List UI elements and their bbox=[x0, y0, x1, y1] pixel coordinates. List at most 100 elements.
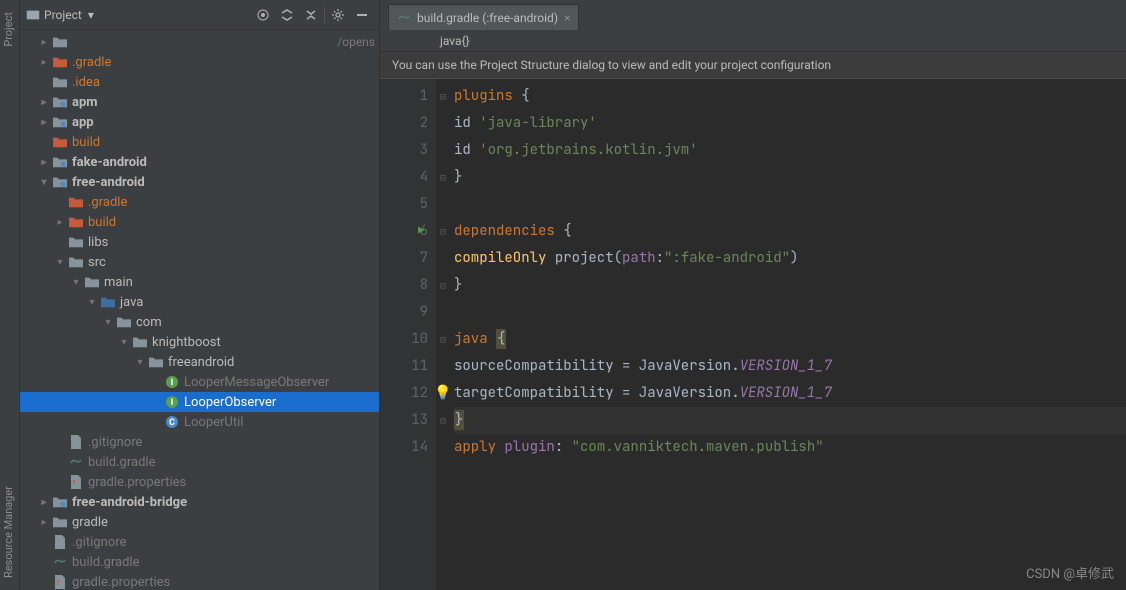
tree-item[interactable]: CLooperUtil bbox=[20, 412, 379, 432]
tree-item[interactable]: .gitignore bbox=[20, 432, 379, 452]
tree-item[interactable]: .idea bbox=[20, 72, 379, 92]
hide-icon[interactable] bbox=[351, 4, 373, 26]
tree-item[interactable]: build.gradle bbox=[20, 552, 379, 572]
code-line[interactable]: java { bbox=[454, 326, 1126, 353]
chevron-icon[interactable]: ▾ bbox=[100, 317, 116, 328]
chevron-icon[interactable]: ▸ bbox=[36, 37, 52, 48]
tree-item[interactable]: gradle.properties bbox=[20, 472, 379, 492]
code-line[interactable]: dependencies { bbox=[454, 218, 1126, 245]
code-line[interactable] bbox=[454, 299, 1126, 326]
rail-resource-manager[interactable]: Resource Manager bbox=[0, 482, 19, 582]
chevron-icon[interactable]: ▾ bbox=[52, 257, 68, 268]
chevron-icon[interactable]: ▸ bbox=[36, 497, 52, 508]
fold-mark[interactable] bbox=[436, 245, 450, 272]
tree-item[interactable]: build bbox=[20, 132, 379, 152]
project-tree[interactable]: ▸/opens▸.gradle.idea▸apm▸appbuild▸fake-a… bbox=[20, 30, 379, 590]
code-line[interactable]: } bbox=[454, 164, 1126, 191]
code-line[interactable]: } bbox=[454, 272, 1126, 299]
tree-item[interactable]: gradle.properties bbox=[20, 572, 379, 590]
chevron-icon[interactable]: ▸ bbox=[36, 117, 52, 128]
fold-mark[interactable]: ⊟ bbox=[436, 407, 450, 434]
tree-item[interactable]: .gradle bbox=[20, 192, 379, 212]
code-line[interactable]: id 'java-library' bbox=[454, 110, 1126, 137]
code-line[interactable]: 💡 targetCompatibility = JavaVersion.VERS… bbox=[454, 380, 1126, 407]
tree-item[interactable]: ▾knightboost bbox=[20, 332, 379, 352]
chevron-icon[interactable]: ▾ bbox=[36, 177, 52, 188]
chevron-icon[interactable]: ▸ bbox=[36, 97, 52, 108]
fold-mark[interactable] bbox=[436, 191, 450, 218]
fold-mark[interactable]: ⊟ bbox=[436, 326, 450, 353]
chevron-icon[interactable]: ▾ bbox=[132, 357, 148, 368]
gear-icon[interactable] bbox=[327, 4, 349, 26]
chevron-icon[interactable]: ▸ bbox=[36, 157, 52, 168]
fold-mark[interactable]: ⊟ bbox=[436, 83, 450, 110]
breadcrumb[interactable]: java{} bbox=[380, 30, 1126, 52]
expand-icon[interactable] bbox=[276, 4, 298, 26]
tree-item[interactable]: ▸fake-android bbox=[20, 152, 379, 172]
chevron-icon[interactable]: ▾ bbox=[68, 277, 84, 288]
tree-item[interactable]: ▸free-android-bridge bbox=[20, 492, 379, 512]
code-line[interactable] bbox=[454, 191, 1126, 218]
code-line[interactable]: } bbox=[454, 407, 1126, 434]
line-number[interactable]: 2 bbox=[384, 110, 428, 137]
chevron-icon[interactable]: ▾ bbox=[84, 297, 100, 308]
tree-item[interactable]: ▸gradle bbox=[20, 512, 379, 532]
tree-item[interactable]: ▸app bbox=[20, 112, 379, 132]
line-number[interactable]: 6 bbox=[384, 218, 428, 245]
line-number[interactable]: 12 bbox=[384, 380, 428, 407]
line-number[interactable]: 8 bbox=[384, 272, 428, 299]
line-number[interactable]: 13 bbox=[384, 407, 428, 434]
code-content[interactable]: plugins { id 'java-library' id 'org.jetb… bbox=[450, 79, 1126, 590]
tree-item[interactable]: ▸/opens bbox=[20, 32, 379, 52]
tree-item[interactable]: ILooperMessageObserver bbox=[20, 372, 379, 392]
tree-item[interactable]: ▸apm bbox=[20, 92, 379, 112]
tree-item[interactable]: ▸.gradle bbox=[20, 52, 379, 72]
fold-column[interactable]: ⊟⊟⊟⊟⊟⊟ bbox=[436, 79, 450, 590]
tree-item[interactable]: .gitignore bbox=[20, 532, 379, 552]
code-line[interactable]: compileOnly project(path:":fake-android"… bbox=[454, 245, 1126, 272]
chevron-icon[interactable]: ▸ bbox=[36, 57, 52, 68]
tree-item[interactable]: libs bbox=[20, 232, 379, 252]
line-number[interactable]: 7 bbox=[384, 245, 428, 272]
tab-build-gradle[interactable]: build.gradle (:free-android) × bbox=[388, 4, 579, 30]
lightbulb-icon[interactable]: 💡 bbox=[434, 380, 451, 407]
project-structure-banner[interactable]: You can use the Project Structure dialog… bbox=[380, 52, 1126, 79]
tree-item[interactable]: ▾src bbox=[20, 252, 379, 272]
line-number[interactable]: 1 bbox=[384, 83, 428, 110]
tree-item[interactable]: ▾com bbox=[20, 312, 379, 332]
line-number[interactable]: 4 bbox=[384, 164, 428, 191]
code-line[interactable]: apply plugin: "com.vanniktech.maven.publ… bbox=[454, 434, 1126, 461]
tree-item[interactable]: ▸build bbox=[20, 212, 379, 232]
line-number[interactable]: 5 bbox=[384, 191, 428, 218]
chevron-icon[interactable]: ▾ bbox=[116, 337, 132, 348]
tree-item[interactable]: ▾java bbox=[20, 292, 379, 312]
chevron-icon[interactable]: ▸ bbox=[36, 517, 52, 528]
close-icon[interactable]: × bbox=[564, 11, 570, 25]
tree-item[interactable]: ▾main bbox=[20, 272, 379, 292]
tree-item[interactable]: build.gradle bbox=[20, 452, 379, 472]
target-icon[interactable] bbox=[252, 4, 274, 26]
line-number[interactable]: 10 bbox=[384, 326, 428, 353]
line-number[interactable]: 3 bbox=[384, 137, 428, 164]
code-line[interactable]: plugins { bbox=[454, 83, 1126, 110]
tree-item[interactable]: ILooperObserver bbox=[20, 392, 379, 412]
code-line[interactable]: id 'org.jetbrains.kotlin.jvm' bbox=[454, 137, 1126, 164]
fold-mark[interactable] bbox=[436, 434, 450, 461]
code-line[interactable]: sourceCompatibility = JavaVersion.VERSIO… bbox=[454, 353, 1126, 380]
fold-mark[interactable] bbox=[436, 353, 450, 380]
fold-mark[interactable] bbox=[436, 299, 450, 326]
collapse-icon[interactable] bbox=[300, 4, 322, 26]
tree-item[interactable]: ▾free-android bbox=[20, 172, 379, 192]
project-view-selector[interactable]: Project ▾ bbox=[26, 8, 248, 22]
tree-item[interactable]: ▾freeandroid bbox=[20, 352, 379, 372]
rail-project[interactable]: Project bbox=[0, 8, 19, 51]
fold-mark[interactable] bbox=[436, 137, 450, 164]
line-number[interactable]: 11 bbox=[384, 353, 428, 380]
code-editor[interactable]: 1234567891011121314 ⊟⊟⊟⊟⊟⊟ plugins { id … bbox=[380, 79, 1126, 590]
fold-mark[interactable]: ⊟ bbox=[436, 218, 450, 245]
fold-mark[interactable] bbox=[436, 110, 450, 137]
line-number[interactable]: 14 bbox=[384, 434, 428, 461]
chevron-icon[interactable]: ▸ bbox=[52, 217, 68, 228]
line-number[interactable]: 9 bbox=[384, 299, 428, 326]
fold-mark[interactable]: ⊟ bbox=[436, 272, 450, 299]
